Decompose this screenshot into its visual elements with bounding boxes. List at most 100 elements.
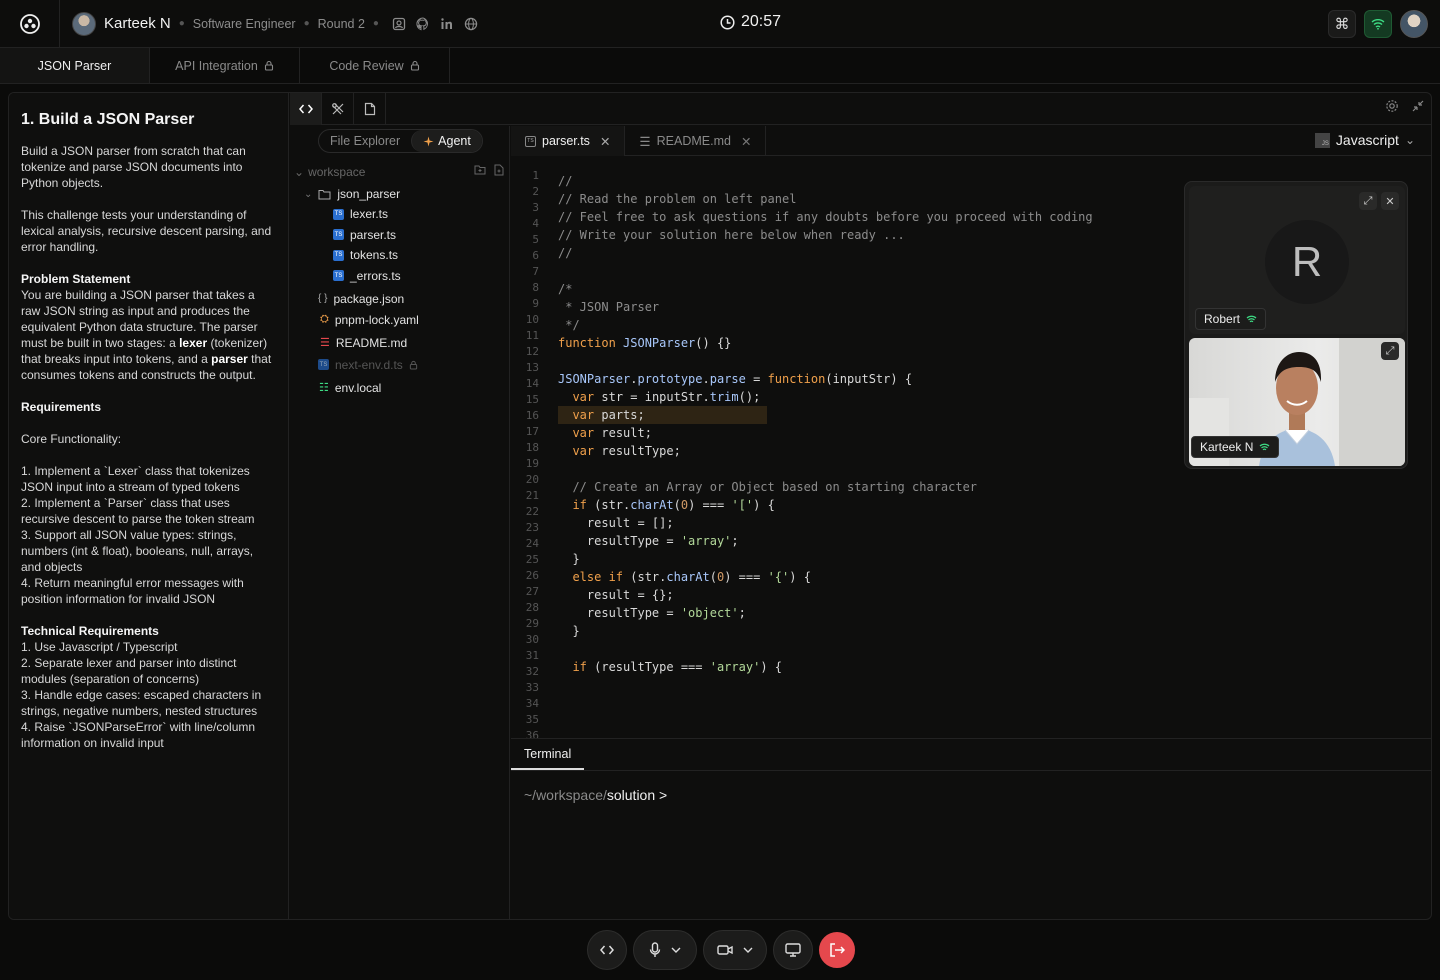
whiteboard-icon[interactable] [322,93,354,125]
problem-intro: Build a JSON parser from scratch that ca… [21,144,246,190]
file-item[interactable]: ☷ env.local [290,378,510,398]
leave-call-button[interactable] [819,932,855,968]
line-number: 1 [532,169,539,182]
workspace-header[interactable]: ⌄ workspace [294,162,504,182]
github-icon[interactable] [415,16,431,32]
timer-value: 20:57 [741,13,782,30]
lock-icon [264,60,273,71]
screen-share-icon [785,943,801,957]
local-video-tile: ⤢ Karteek N [1189,338,1405,466]
line-number: 6 [532,249,539,262]
file-item[interactable]: TS lexer.ts [290,204,510,224]
line-number: 17 [525,425,539,438]
tab-api-integration[interactable]: API Integration [150,48,300,83]
top-bar: Karteek N ● Software Engineer ● Round 2 … [0,0,1440,48]
line-number: 19 [525,457,539,470]
notes-icon[interactable] [354,93,386,125]
microphone-button[interactable] [633,930,697,970]
list-item: 4. Return meaningful error messages with… [21,576,244,606]
core-heading: Core Functionality: [21,432,122,446]
line-number: 18 [525,441,539,454]
settings-gear-icon[interactable] [1385,99,1399,116]
line-number: 24 [525,537,539,550]
resume-icon[interactable] [391,16,407,32]
requirements-heading: Requirements [21,400,102,414]
line-number: 29 [525,617,539,630]
code-view-icon[interactable] [290,93,322,125]
line-number: 10 [525,313,539,326]
file-item[interactable]: ⛭ pnpm-lock.yaml [290,310,510,330]
linkedin-icon[interactable] [439,16,455,32]
yaml-file-icon: ⛭ [320,313,329,326]
line-number: 4 [532,217,539,230]
chevron-down-icon[interactable] [671,947,681,953]
globe-icon[interactable] [463,16,479,32]
connection-wifi-icon[interactable] [1364,10,1392,38]
terminal-panel: Terminal ~/workspace/solution > [511,738,1431,919]
remote-name-tag: Robert [1195,308,1267,330]
tab-json-parser[interactable]: JSON Parser [0,48,150,83]
tab-code-review[interactable]: Code Review [300,48,450,83]
chevron-down-icon: ⌄ [1404,133,1415,147]
collapse-icon[interactable] [1411,99,1425,116]
file-explorer-toggle[interactable]: File Explorer [319,130,411,152]
line-number: 14 [525,377,539,390]
file-item[interactable]: TS parser.ts [290,225,510,245]
remote-avatar-initial: R [1265,220,1349,304]
line-number: 7 [532,265,539,278]
list-item: 2. Separate lexer and parser into distin… [21,656,237,686]
line-number: 26 [525,569,539,582]
line-number: 5 [532,233,539,246]
line-number: 35 [525,713,539,726]
sparkle-icon [423,136,434,146]
screen-share-button[interactable] [773,930,813,970]
agent-toggle[interactable]: Agent [411,130,482,152]
editor-tab-readme[interactable]: ☰ README.md ✕ [625,126,767,156]
chevron-down-icon: ⌄ [294,165,305,179]
folder-json-parser[interactable]: ⌄ json_parser [290,184,510,204]
candidate-avatar [72,11,96,36]
file-item[interactable]: TS tokens.ts [290,245,510,265]
editor-tabs: TS parser.ts ✕ ☰ README.md ✕ [511,126,1431,156]
camera-button[interactable] [703,930,767,970]
expand-icon[interactable]: ⤢ [1381,342,1399,360]
interviewer-avatar[interactable] [1400,10,1428,38]
chevron-down-icon[interactable] [743,947,753,953]
line-number: 27 [525,585,539,598]
list-item: 2. Implement a `Parser` class that uses … [21,496,255,526]
line-number: 11 [525,329,539,342]
terminal-prompt[interactable]: ~/workspace/solution > [524,787,667,803]
terminal-tab[interactable]: Terminal [511,739,585,770]
app-logo[interactable] [0,0,60,48]
new-file-icon[interactable] [494,164,504,179]
close-icon[interactable]: ✕ [741,134,751,149]
list-item: 1. Implement a `Lexer` class that tokeni… [21,464,250,494]
line-number: 28 [525,601,539,614]
close-icon[interactable]: ✕ [1381,192,1399,210]
file-item[interactable]: ☰ README.md [290,333,510,353]
editor-tab-parser[interactable]: TS parser.ts ✕ [511,126,626,156]
list-item: 3. Handle edge cases: escaped characters… [21,688,262,718]
file-item-locked: TS next-env.d.ts [290,355,510,375]
close-icon[interactable]: ✕ [600,134,610,149]
command-icon[interactable]: ⌘ [1328,10,1356,38]
line-number: 22 [525,505,539,518]
separator-dot: ● [303,18,310,29]
file-item[interactable]: { } package.json [290,289,510,309]
file-item[interactable]: TS _errors.ts [290,266,510,286]
list-item: 3. Support all JSON value types: strings… [21,528,254,574]
interview-timer: 20:57 [720,13,781,31]
problem-title: 1. Build a JSON Parser [21,111,195,128]
line-number: 2 [532,185,539,198]
line-number: 23 [525,521,539,534]
candidate-name: Karteek N [104,15,171,32]
markdown-file-icon: ☰ [639,134,651,149]
new-folder-icon[interactable] [474,164,486,179]
expand-icon[interactable]: ⤢ [1359,192,1377,210]
line-number: 33 [525,681,539,694]
lock-icon [409,360,417,370]
code-toggle-button[interactable] [587,930,627,970]
language-selector[interactable]: JS Javascript ⌄ [1314,132,1415,148]
file-tree: ⌄ json_parser TS lexer.ts TS parser.ts TS t… [290,184,510,398]
workspace-label: workspace [308,165,366,179]
